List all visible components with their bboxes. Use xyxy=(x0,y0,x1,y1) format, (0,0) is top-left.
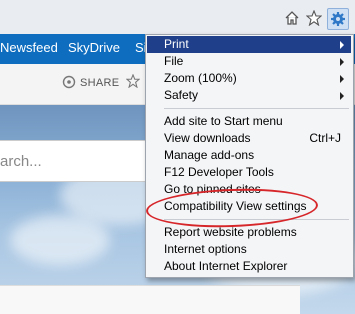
submenu-arrow-icon xyxy=(340,58,344,66)
tools-menu: Print File Zoom (100%) Safety Add site t… xyxy=(145,34,354,278)
nav-link-newsfeed[interactable]: Newsfeed xyxy=(0,40,58,55)
menu-item-f12-tools[interactable]: F12 Developer Tools xyxy=(147,164,351,181)
favorites-star-icon[interactable] xyxy=(304,8,324,28)
menu-item-manage-addons[interactable]: Manage add-ons xyxy=(147,147,351,164)
menu-separator xyxy=(164,108,349,109)
submenu-arrow-icon xyxy=(340,41,344,49)
share-label[interactable]: SHARE xyxy=(80,77,119,89)
submenu-arrow-icon xyxy=(340,92,344,100)
home-icon[interactable] xyxy=(282,8,302,28)
nav-link-skydrive[interactable]: SkyDrive xyxy=(68,40,120,55)
menu-item-internet-options[interactable]: Internet options xyxy=(147,241,351,258)
browser-toolbar xyxy=(0,0,355,35)
menu-item-zoom[interactable]: Zoom (100%) xyxy=(147,70,351,87)
content-panel xyxy=(0,285,300,314)
menu-item-report-problems[interactable]: Report website problems xyxy=(147,224,351,241)
menu-item-view-downloads[interactable]: View downloads Ctrl+J xyxy=(147,130,351,147)
menu-item-file[interactable]: File xyxy=(147,53,351,70)
search-placeholder: arch... xyxy=(0,153,42,170)
tools-gear-icon[interactable] xyxy=(327,8,349,30)
submenu-arrow-icon xyxy=(340,75,344,83)
shortcut-label: Ctrl+J xyxy=(309,131,341,145)
menu-item-print[interactable]: Print xyxy=(147,36,351,53)
menu-item-add-site[interactable]: Add site to Start menu xyxy=(147,113,351,130)
favorite-star-icon[interactable] xyxy=(125,73,141,93)
share-icon[interactable] xyxy=(62,75,76,94)
menu-item-about-ie[interactable]: About Internet Explorer xyxy=(147,258,351,275)
menu-item-safety[interactable]: Safety xyxy=(147,87,351,104)
